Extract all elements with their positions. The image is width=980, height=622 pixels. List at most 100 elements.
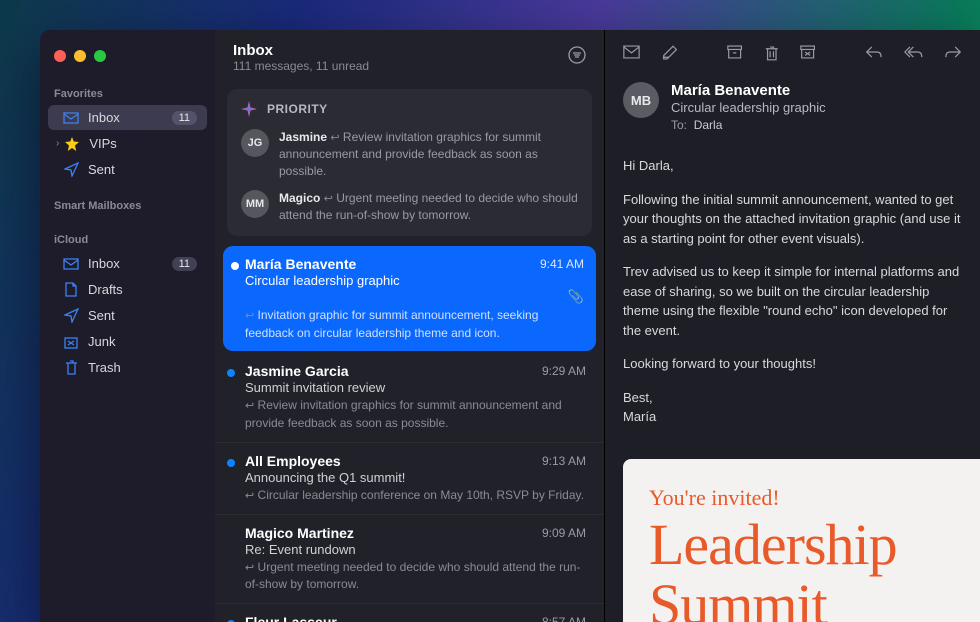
priority-label: PRIORITY — [267, 102, 328, 116]
chevron-right-icon: › — [56, 138, 59, 149]
reply-icon[interactable] — [865, 44, 882, 60]
message-sender: Jasmine Garcia — [245, 363, 349, 379]
compose-icon[interactable] — [662, 44, 677, 62]
message-subject: Circular leadership graphic — [671, 100, 826, 115]
document-icon — [62, 282, 80, 297]
unread-dot-icon — [227, 369, 235, 377]
message-item[interactable]: Fleur Lasseur 8:57 AM Strategy deck v5 ↩… — [215, 604, 604, 622]
priority-item[interactable]: MM Magico ↩︎ Urgent meeting needed to de… — [241, 190, 578, 224]
avatar: MM — [241, 190, 269, 218]
message-subject: Circular leadership graphic — [245, 273, 584, 288]
message-time: 9:13 AM — [542, 454, 586, 468]
message-subject: Announcing the Q1 summit! — [245, 470, 586, 485]
unread-badge: 11 — [172, 111, 197, 125]
sidebar-item-label: Sent — [88, 162, 197, 177]
reply-indicator-icon: ↩︎ — [324, 193, 333, 205]
sidebar-item-label: Inbox — [88, 256, 172, 271]
reply-all-icon[interactable] — [904, 44, 923, 60]
message-time: 9:41 AM — [540, 257, 584, 271]
sidebar-item-label: VIPs — [89, 136, 197, 151]
priority-section: PRIORITY JG Jasmine ↩︎ Review invitation… — [227, 89, 592, 236]
message-list-header: Inbox 111 messages, 11 unread — [215, 30, 604, 81]
sidebar-item-label: Inbox — [88, 110, 172, 125]
message-item[interactable]: Jasmine Garcia 9:29 AM Summit invitation… — [215, 353, 604, 442]
sidebar-item-label: Sent — [88, 308, 197, 323]
sparkle-icon — [241, 101, 257, 117]
body-paragraph: Following the initial summit announcemen… — [623, 190, 962, 249]
sidebar-item-inbox[interactable]: Inbox 11 — [48, 105, 207, 130]
archive-icon[interactable] — [727, 44, 742, 60]
message-preview: ↩︎ Circular leadership conference on May… — [245, 487, 586, 504]
body-paragraph: Looking forward to your thoughts! — [623, 354, 962, 374]
message-item[interactable]: Magico Martinez 9:09 AM Re: Event rundow… — [215, 515, 604, 604]
reader-header: MB María Benavente Circular leadership g… — [605, 76, 980, 148]
icloud-section-label: iCloud — [40, 228, 215, 250]
message-sender: All Employees — [245, 453, 341, 469]
sidebar-item-vips[interactable]: › VIPs — [48, 131, 207, 156]
message-preview: ↩︎ Urgent meeting needed to decide who s… — [245, 559, 586, 593]
priority-text: Magico ↩︎ Urgent meeting needed to decid… — [279, 190, 578, 224]
minimize-button[interactable] — [74, 50, 86, 62]
sidebar-item-trash[interactable]: Trash — [48, 355, 207, 380]
sidebar-item-drafts[interactable]: Drafts — [48, 277, 207, 302]
message-preview: ↩︎ Review invitation graphics for summit… — [245, 397, 586, 431]
sender-name: María Benavente — [671, 82, 826, 99]
message-subject: Re: Event rundown — [245, 542, 586, 557]
sidebar-item-label: Junk — [88, 334, 197, 349]
message-sender: Magico Martinez — [245, 525, 354, 541]
reader-pane: MB María Benavente Circular leadership g… — [605, 30, 980, 622]
message-time: 8:57 AM — [542, 615, 586, 622]
filter-icon[interactable] — [568, 46, 586, 69]
sidebar-item-label: Trash — [88, 360, 197, 375]
close-button[interactable] — [54, 50, 66, 62]
message-subject: Summit invitation review — [245, 380, 586, 395]
message-preview: ↩︎ Invitation graphic for summit announc… — [245, 307, 584, 341]
invite-attachment[interactable]: You're invited! LeadershipSummit — [623, 459, 980, 622]
smart-section-label: Smart Mailboxes — [40, 194, 215, 216]
junk-icon — [62, 335, 80, 349]
body-paragraph: Hi Darla, — [623, 156, 962, 176]
reply-indicator-icon: ↩︎ — [330, 132, 339, 144]
message-item[interactable]: All Employees 9:13 AM Announcing the Q1 … — [215, 443, 604, 515]
sidebar-item-icloud-sent[interactable]: Sent — [48, 303, 207, 328]
body-paragraph: Best,María — [623, 388, 962, 427]
junk-icon[interactable] — [800, 44, 815, 60]
list-subtitle: 111 messages, 11 unread — [233, 59, 369, 73]
priority-item[interactable]: JG Jasmine ↩︎ Review invitation graphics… — [241, 129, 578, 180]
favorites-section-label: Favorites — [40, 82, 215, 104]
sender-avatar: MB — [623, 82, 659, 118]
priority-header: PRIORITY — [241, 101, 578, 117]
trash-icon[interactable] — [765, 44, 779, 62]
unread-dot-icon — [231, 262, 239, 270]
avatar: JG — [241, 129, 269, 157]
reply-indicator-icon: ↩︎ — [245, 310, 254, 322]
maximize-button[interactable] — [94, 50, 106, 62]
invite-eyebrow: You're invited! — [649, 485, 954, 511]
recipient-name: Darla — [694, 118, 723, 132]
messages-container: María Benavente 9:41 AM Circular leaders… — [215, 246, 604, 622]
sidebar-item-label: Drafts — [88, 282, 197, 297]
invite-title: LeadershipSummit — [649, 515, 954, 622]
reply-indicator-icon: ↩︎ — [245, 400, 254, 412]
trash-icon — [62, 360, 80, 375]
sent-icon — [62, 308, 80, 323]
inbox-icon — [62, 258, 80, 270]
message-item[interactable]: María Benavente 9:41 AM Circular leaders… — [223, 246, 596, 351]
envelope-icon[interactable] — [623, 44, 640, 60]
sidebar: Favorites Inbox 11 › VIPs Sent Smart Mai… — [40, 30, 215, 622]
sidebar-item-sent[interactable]: Sent — [48, 157, 207, 182]
unread-dot-icon — [227, 459, 235, 467]
sent-icon — [62, 162, 80, 177]
message-time: 9:09 AM — [542, 526, 586, 540]
mail-window: Favorites Inbox 11 › VIPs Sent Smart Mai… — [40, 30, 980, 622]
window-controls — [40, 38, 215, 82]
forward-icon[interactable] — [945, 44, 962, 60]
sidebar-item-junk[interactable]: Junk — [48, 329, 207, 354]
sidebar-item-icloud-inbox[interactable]: Inbox 11 — [48, 251, 207, 276]
priority-text: Jasmine ↩︎ Review invitation graphics fo… — [279, 129, 578, 180]
message-list: Inbox 111 messages, 11 unread PRIORITY J… — [215, 30, 605, 622]
message-sender: María Benavente — [245, 256, 356, 272]
list-title: Inbox — [233, 42, 369, 59]
reader-toolbar — [605, 30, 980, 76]
inbox-icon — [62, 112, 80, 124]
